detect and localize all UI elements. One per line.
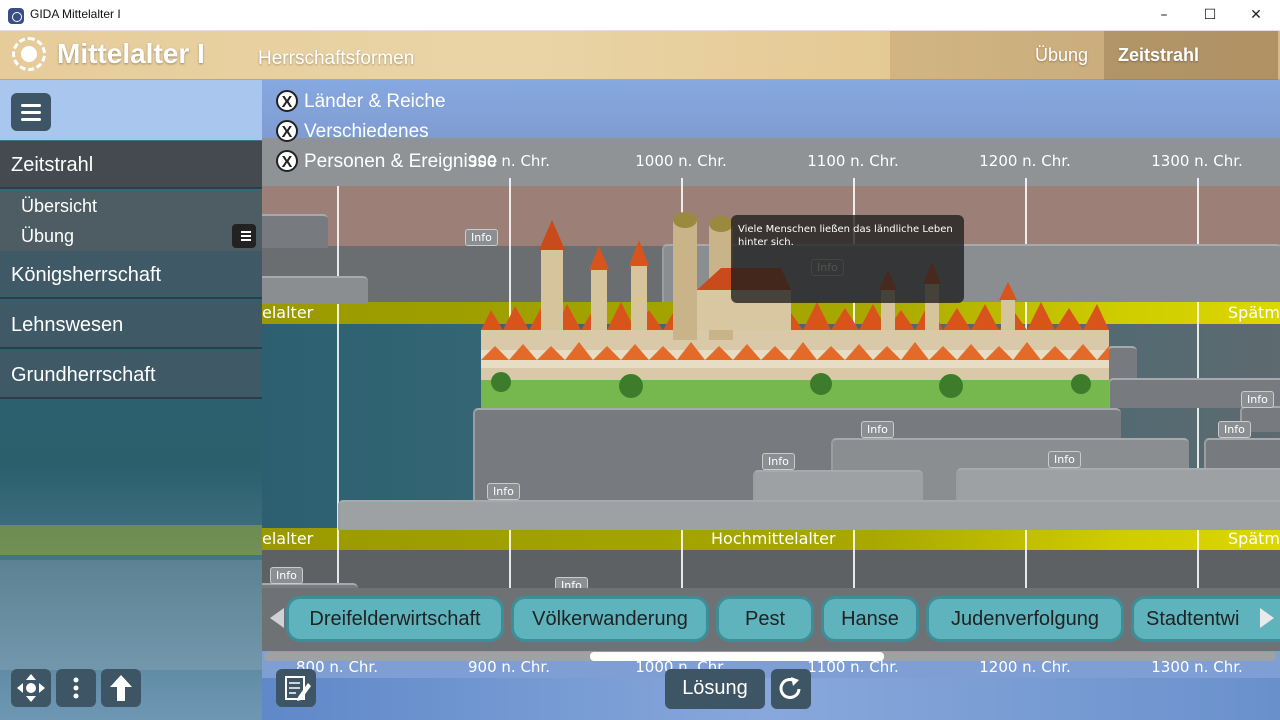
epoch-label: elalter: [262, 303, 314, 322]
app-header: Mittelalter I Herrschaftsformen Übung Ze…: [0, 31, 1280, 80]
arrow-up-icon: [110, 675, 132, 701]
scroll-up-button[interactable]: [101, 669, 141, 707]
info-tooltip: Viele Menschen ließen das ländliche Lebe…: [731, 215, 964, 303]
close-button[interactable]: ✕: [1233, 0, 1279, 31]
filter-panel: X Länder & Reiche X Verschiedenes: [262, 80, 1280, 142]
info-tag[interactable]: Info: [487, 483, 520, 500]
maximize-button[interactable]: ☐: [1187, 0, 1233, 31]
filter-label: Länder & Reiche: [304, 91, 446, 112]
filter-label: Personen & Ereignisse: [304, 151, 498, 172]
info-tag[interactable]: Info: [1241, 391, 1274, 408]
answer-chip[interactable]: Hanse: [821, 596, 919, 642]
dots-vertical-icon: [73, 677, 79, 699]
gida-logo-icon: [12, 37, 46, 71]
top-axis-tick: 1000 n. Chr.: [635, 152, 727, 170]
bottom-axis-tick: 1300 n. Chr.: [1151, 658, 1243, 676]
sidebar: Zeitstrahl Übersicht Übung Königsherrsch…: [0, 80, 262, 720]
filter-checkbox-icon[interactable]: X: [276, 150, 298, 172]
top-axis-tick: 1300 n. Chr.: [1151, 152, 1243, 170]
timeline-bar: [1107, 346, 1137, 380]
tab-zeitstrahl[interactable]: Zeitstrahl: [1104, 31, 1278, 80]
filter-checkbox-icon[interactable]: X: [276, 120, 298, 142]
sidebar-item-grundherrschaft[interactable]: Grundherrschaft: [0, 351, 262, 399]
chevron-left-icon[interactable]: [270, 608, 284, 628]
answer-chip[interactable]: Pest: [716, 596, 814, 642]
epoch-label: Hochmittelalter: [711, 529, 836, 548]
window-titlebar: GIDA Mittelalter I – ☐ ✕: [0, 0, 1280, 31]
filter-verschiedenes[interactable]: X Verschiedenes: [276, 120, 429, 143]
sidebar-item-koenigsherrschaft[interactable]: Königsherrschaft: [0, 251, 262, 299]
timeline-bar: [262, 214, 328, 248]
info-tag[interactable]: Info: [1048, 451, 1081, 468]
app-icon: [8, 8, 24, 24]
sidebar-item-uebersicht[interactable]: Übersicht: [0, 191, 262, 221]
info-tag[interactable]: Info: [270, 567, 303, 584]
move-button[interactable]: [11, 669, 51, 707]
info-tag[interactable]: Info: [1218, 421, 1251, 438]
answer-chip[interactable]: Dreifelderwirtschaft: [286, 596, 504, 642]
edit-note-icon: [285, 676, 311, 701]
filter-laender[interactable]: X Länder & Reiche: [276, 90, 446, 113]
bottom-axis-tick: 1100 n. Chr.: [807, 658, 899, 676]
sidebar-item-lehnswesen[interactable]: Lehnswesen: [0, 301, 262, 349]
move-arrows-icon: [17, 674, 45, 702]
answer-chip[interactable]: Stadtentwi: [1131, 596, 1280, 642]
reset-button[interactable]: [771, 669, 811, 709]
answer-chip-rail: Dreifelderwirtschaft Völkerwanderung Pes…: [262, 588, 1280, 651]
app-title: Mittelalter I: [57, 38, 205, 69]
epoch-label: Spätm: [1228, 303, 1280, 322]
top-axis-tick: 1200 n. Chr.: [979, 152, 1071, 170]
epoch-label: elalter: [262, 529, 314, 548]
bottom-axis-tick: 900 n. Chr.: [468, 658, 550, 676]
answer-chip[interactable]: Völkerwanderung: [511, 596, 709, 642]
notes-button[interactable]: [276, 669, 316, 707]
timeline-bar: [262, 276, 368, 304]
reload-icon: [779, 677, 801, 699]
tab-uebung[interactable]: Übung: [890, 31, 1104, 80]
window-title: GIDA Mittelalter I: [30, 7, 121, 21]
timeline-area: 900 n. Chr. 1000 n. Chr. 1100 n. Chr. 12…: [262, 80, 1280, 720]
more-options-button[interactable]: [56, 669, 96, 707]
minimize-button[interactable]: –: [1141, 0, 1187, 31]
sidebar-item-uebung[interactable]: Übung: [0, 221, 262, 251]
sidebar-item-zeitstrahl[interactable]: Zeitstrahl: [0, 141, 262, 189]
info-tag[interactable]: Info: [762, 453, 795, 470]
sidebar-item-uebung-label: Übung: [21, 226, 75, 246]
sidebar-faded-timeline: [0, 560, 262, 670]
list-icon[interactable]: [232, 224, 256, 248]
epoch-bar-lower: elalter Hochmittelalter Spätm: [262, 528, 1280, 550]
top-axis-tick: 1100 n. Chr.: [807, 152, 899, 170]
info-tag[interactable]: Info: [861, 421, 894, 438]
timeline-bar: [338, 500, 1280, 530]
filter-checkbox-icon[interactable]: X: [276, 90, 298, 112]
sidebar-faded-epoch: [0, 525, 262, 555]
chevron-right-icon[interactable]: [1260, 608, 1274, 628]
section-title: Herrschaftsformen: [258, 48, 415, 69]
filter-personen[interactable]: X Personen & Ereignisse: [276, 150, 497, 173]
menu-button[interactable]: [11, 93, 51, 131]
loesung-button[interactable]: Lösung: [665, 669, 765, 709]
answer-chip[interactable]: Judenverfolgung: [926, 596, 1124, 642]
bottom-axis-tick: 1200 n. Chr.: [979, 658, 1071, 676]
filter-label: Verschiedenes: [304, 121, 429, 142]
band-lower: [262, 550, 1280, 588]
epoch-label: Spätm: [1228, 529, 1280, 548]
